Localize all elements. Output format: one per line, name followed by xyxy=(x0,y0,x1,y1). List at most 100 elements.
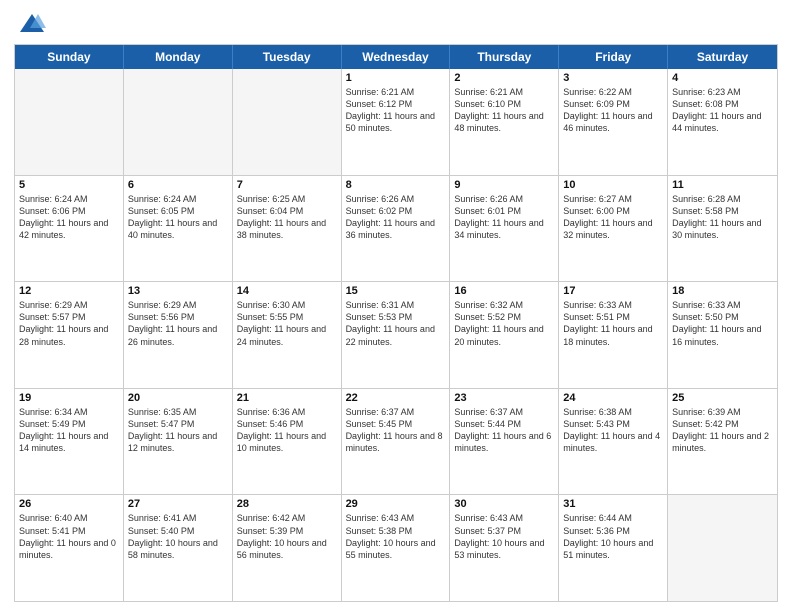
day-number: 12 xyxy=(19,285,119,297)
cell-text: Sunrise: 6:40 AM Sunset: 5:41 PM Dayligh… xyxy=(19,512,119,561)
cell-text: Sunrise: 6:38 AM Sunset: 5:43 PM Dayligh… xyxy=(563,406,663,455)
day-number: 30 xyxy=(454,498,554,510)
day-number: 31 xyxy=(563,498,663,510)
cell-text: Sunrise: 6:33 AM Sunset: 5:51 PM Dayligh… xyxy=(563,299,663,348)
calendar-cell xyxy=(15,69,124,175)
cell-text: Sunrise: 6:44 AM Sunset: 5:36 PM Dayligh… xyxy=(563,512,663,561)
day-number: 11 xyxy=(672,179,773,191)
cell-text: Sunrise: 6:35 AM Sunset: 5:47 PM Dayligh… xyxy=(128,406,228,455)
day-number: 19 xyxy=(19,392,119,404)
calendar-cell: 28 Sunrise: 6:42 AM Sunset: 5:39 PM Dayli… xyxy=(233,495,342,601)
cell-text: Sunrise: 6:24 AM Sunset: 6:05 PM Dayligh… xyxy=(128,193,228,242)
cell-text: Sunrise: 6:26 AM Sunset: 6:02 PM Dayligh… xyxy=(346,193,446,242)
cell-text: Sunrise: 6:42 AM Sunset: 5:39 PM Dayligh… xyxy=(237,512,337,561)
cell-text: Sunrise: 6:29 AM Sunset: 5:57 PM Dayligh… xyxy=(19,299,119,348)
day-number: 20 xyxy=(128,392,228,404)
calendar-row: 1Sunrise: 6:21 AM Sunset: 6:12 PM Daylig… xyxy=(15,69,777,175)
weekday-header: Friday xyxy=(559,45,668,69)
calendar-cell: 14 Sunrise: 6:30 AM Sunset: 5:55 PM Dayli… xyxy=(233,282,342,388)
calendar-cell: 16 Sunrise: 6:32 AM Sunset: 5:52 PM Dayli… xyxy=(450,282,559,388)
calendar-body: 1Sunrise: 6:21 AM Sunset: 6:12 PM Daylig… xyxy=(15,69,777,601)
weekday-header: Tuesday xyxy=(233,45,342,69)
day-number: 5 xyxy=(19,179,119,191)
calendar-cell: 30Sunrise: 6:43 AM Sunset: 5:37 PM Dayli… xyxy=(450,495,559,601)
calendar-cell: 12 Sunrise: 6:29 AM Sunset: 5:57 PM Dayli… xyxy=(15,282,124,388)
day-number: 18 xyxy=(672,285,773,297)
calendar-cell: 6 Sunrise: 6:24 AM Sunset: 6:05 PM Daylig… xyxy=(124,176,233,282)
calendar-cell: 2 Sunrise: 6:21 AM Sunset: 6:10 PM Daylig… xyxy=(450,69,559,175)
calendar-cell: 5Sunrise: 6:24 AM Sunset: 6:06 PM Daylig… xyxy=(15,176,124,282)
calendar-cell xyxy=(124,69,233,175)
day-number: 21 xyxy=(237,392,337,404)
calendar-cell: 23Sunrise: 6:37 AM Sunset: 5:44 PM Dayli… xyxy=(450,389,559,495)
weekday-header: Wednesday xyxy=(342,45,451,69)
calendar-header-row: SundayMondayTuesdayWednesdayThursdayFrid… xyxy=(15,45,777,69)
cell-text: Sunrise: 6:26 AM Sunset: 6:01 PM Dayligh… xyxy=(454,193,554,242)
calendar-cell: 7Sunrise: 6:25 AM Sunset: 6:04 PM Daylig… xyxy=(233,176,342,282)
calendar-cell: 8 Sunrise: 6:26 AM Sunset: 6:02 PM Daylig… xyxy=(342,176,451,282)
calendar: SundayMondayTuesdayWednesdayThursdayFrid… xyxy=(14,44,778,602)
calendar-cell: 10 Sunrise: 6:27 AM Sunset: 6:00 PM Dayli… xyxy=(559,176,668,282)
day-number: 24 xyxy=(563,392,663,404)
calendar-cell: 3Sunrise: 6:22 AM Sunset: 6:09 PM Daylig… xyxy=(559,69,668,175)
day-number: 15 xyxy=(346,285,446,297)
calendar-cell: 24 Sunrise: 6:38 AM Sunset: 5:43 PM Dayli… xyxy=(559,389,668,495)
calendar-cell xyxy=(668,495,777,601)
day-number: 13 xyxy=(128,285,228,297)
calendar-cell: 22Sunrise: 6:37 AM Sunset: 5:45 PM Dayli… xyxy=(342,389,451,495)
cell-text: Sunrise: 6:31 AM Sunset: 5:53 PM Dayligh… xyxy=(346,299,446,348)
day-number: 2 xyxy=(454,72,554,84)
day-number: 16 xyxy=(454,285,554,297)
calendar-cell: 31 Sunrise: 6:44 AM Sunset: 5:36 PM Dayli… xyxy=(559,495,668,601)
cell-text: Sunrise: 6:34 AM Sunset: 5:49 PM Dayligh… xyxy=(19,406,119,455)
day-number: 27 xyxy=(128,498,228,510)
page: SundayMondayTuesdayWednesdayThursdayFrid… xyxy=(0,0,792,612)
day-number: 28 xyxy=(237,498,337,510)
calendar-cell: 17 Sunrise: 6:33 AM Sunset: 5:51 PM Dayli… xyxy=(559,282,668,388)
calendar-cell xyxy=(233,69,342,175)
weekday-header: Thursday xyxy=(450,45,559,69)
day-number: 14 xyxy=(237,285,337,297)
cell-text: Sunrise: 6:27 AM Sunset: 6:00 PM Dayligh… xyxy=(563,193,663,242)
calendar-row: 19 Sunrise: 6:34 AM Sunset: 5:49 PM Dayli… xyxy=(15,388,777,495)
day-number: 6 xyxy=(128,179,228,191)
day-number: 3 xyxy=(563,72,663,84)
calendar-cell: 20 Sunrise: 6:35 AM Sunset: 5:47 PM Dayli… xyxy=(124,389,233,495)
calendar-cell: 11 Sunrise: 6:28 AM Sunset: 5:58 PM Dayli… xyxy=(668,176,777,282)
day-number: 10 xyxy=(563,179,663,191)
cell-text: Sunrise: 6:21 AM Sunset: 6:10 PM Dayligh… xyxy=(454,86,554,135)
weekday-header: Sunday xyxy=(15,45,124,69)
day-number: 9 xyxy=(454,179,554,191)
weekday-header: Saturday xyxy=(668,45,777,69)
header xyxy=(14,10,778,38)
cell-text: Sunrise: 6:29 AM Sunset: 5:56 PM Dayligh… xyxy=(128,299,228,348)
day-number: 4 xyxy=(672,72,773,84)
cell-text: Sunrise: 6:30 AM Sunset: 5:55 PM Dayligh… xyxy=(237,299,337,348)
calendar-cell: 9 Sunrise: 6:26 AM Sunset: 6:01 PM Daylig… xyxy=(450,176,559,282)
cell-text: Sunrise: 6:32 AM Sunset: 5:52 PM Dayligh… xyxy=(454,299,554,348)
day-number: 7 xyxy=(237,179,337,191)
logo xyxy=(14,10,46,38)
cell-text: Sunrise: 6:33 AM Sunset: 5:50 PM Dayligh… xyxy=(672,299,773,348)
calendar-row: 5Sunrise: 6:24 AM Sunset: 6:06 PM Daylig… xyxy=(15,175,777,282)
calendar-cell: 29 Sunrise: 6:43 AM Sunset: 5:38 PM Dayli… xyxy=(342,495,451,601)
cell-text: Sunrise: 6:43 AM Sunset: 5:38 PM Dayligh… xyxy=(346,512,446,561)
cell-text: Sunrise: 6:28 AM Sunset: 5:58 PM Dayligh… xyxy=(672,193,773,242)
calendar-cell: 4 Sunrise: 6:23 AM Sunset: 6:08 PM Daylig… xyxy=(668,69,777,175)
weekday-header: Monday xyxy=(124,45,233,69)
calendar-cell: 25Sunrise: 6:39 AM Sunset: 5:42 PM Dayli… xyxy=(668,389,777,495)
calendar-cell: 27Sunrise: 6:41 AM Sunset: 5:40 PM Dayli… xyxy=(124,495,233,601)
day-number: 8 xyxy=(346,179,446,191)
calendar-cell: 1Sunrise: 6:21 AM Sunset: 6:12 PM Daylig… xyxy=(342,69,451,175)
calendar-cell: 21Sunrise: 6:36 AM Sunset: 5:46 PM Dayli… xyxy=(233,389,342,495)
day-number: 25 xyxy=(672,392,773,404)
day-number: 17 xyxy=(563,285,663,297)
cell-text: Sunrise: 6:37 AM Sunset: 5:44 PM Dayligh… xyxy=(454,406,554,455)
calendar-cell: 13 Sunrise: 6:29 AM Sunset: 5:56 PM Dayli… xyxy=(124,282,233,388)
calendar-cell: 15 Sunrise: 6:31 AM Sunset: 5:53 PM Dayli… xyxy=(342,282,451,388)
day-number: 29 xyxy=(346,498,446,510)
day-number: 26 xyxy=(19,498,119,510)
cell-text: Sunrise: 6:23 AM Sunset: 6:08 PM Dayligh… xyxy=(672,86,773,135)
cell-text: Sunrise: 6:21 AM Sunset: 6:12 PM Dayligh… xyxy=(346,86,446,135)
calendar-row: 26 Sunrise: 6:40 AM Sunset: 5:41 PM Dayli… xyxy=(15,494,777,601)
